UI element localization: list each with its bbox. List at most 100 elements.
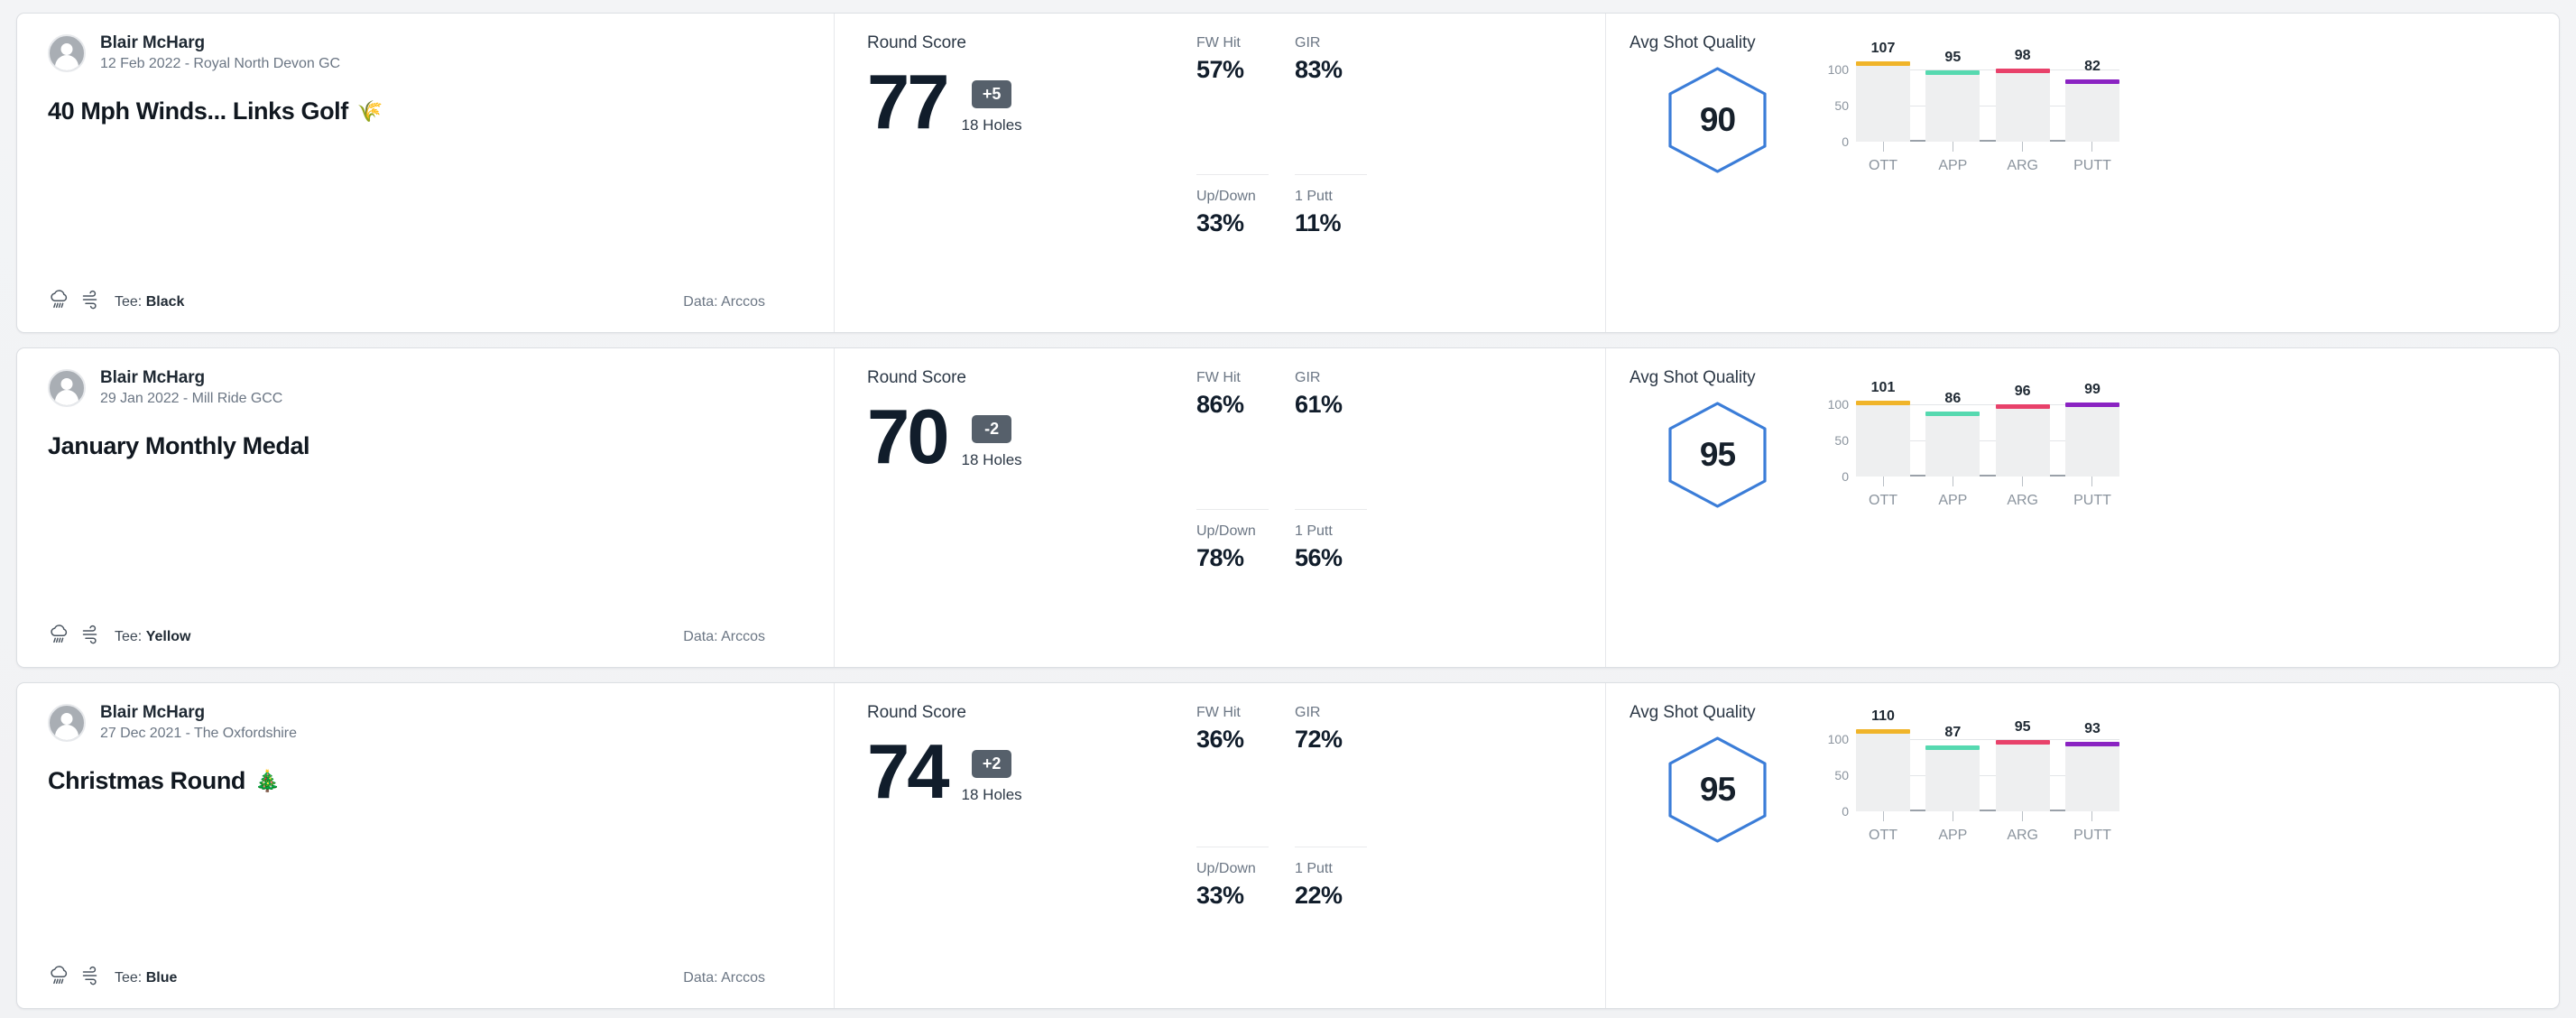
chart-x-tick-mark — [2022, 477, 2024, 486]
round-title-emoji: 🎄 — [254, 769, 281, 792]
shot-quality-value: 95 — [1699, 771, 1736, 808]
avatar — [48, 368, 86, 407]
round-info-section: Blair McHarg 12 Feb 2022 - Royal North De… — [17, 14, 834, 332]
round-score-value: 74 — [867, 729, 950, 815]
avatar-head-icon — [60, 377, 73, 390]
chart-y-tick: 0 — [1842, 134, 1849, 149]
shot-quality-body: 90 0 50 100 107 95 98 82 OTT APP ARG PUTT — [1630, 41, 2523, 180]
chart-x-label-putt: PUTT — [2073, 493, 2111, 508]
score-block: Round Score 74 +2 18 Holes — [867, 703, 1196, 992]
round-card[interactable]: Blair McHarg 12 Feb 2022 - Royal North De… — [16, 13, 2560, 333]
stat-fw-hit: FW Hit 57% — [1196, 35, 1269, 175]
avg-shot-quality-label: Avg Shot Quality — [1630, 33, 1756, 52]
round-title: January Monthly Medal — [48, 432, 803, 460]
shot-quality-hexagon: 95 — [1666, 401, 1769, 509]
chart-y-axis: 0 50 100 — [1822, 728, 1849, 819]
stat-gir-label: GIR — [1295, 35, 1321, 51]
stat-gir: GIR 83% — [1295, 35, 1367, 175]
round-card[interactable]: Blair McHarg 27 Dec 2021 - The Oxfordshir… — [16, 682, 2560, 1009]
shot-quality-section: Avg Shot Quality 95 0 50 100 110 87 95 93 OTT APP A… — [1605, 683, 2559, 1008]
round-title: 40 Mph Winds... Links Golf 🌾 — [48, 97, 803, 125]
chart-bars: 107 95 98 82 — [1856, 41, 2119, 142]
chart-x-label-arg: ARG — [2007, 828, 2038, 843]
round-title-emoji: 🌾 — [356, 99, 383, 123]
round-score-value: 77 — [867, 60, 950, 145]
tee-label: Tee: Yellow — [115, 629, 190, 645]
chart-bar-app: 87 — [1925, 725, 1980, 811]
score-block: Round Score 77 +5 18 Holes — [867, 33, 1196, 316]
chart-bar-track — [1925, 73, 1980, 142]
chart-bar-value: 101 — [1870, 380, 1896, 396]
shot-quality-body: 95 0 50 100 110 87 95 93 OTT APP ARG PUTT — [1630, 708, 2523, 850]
player-identity: Blair McHarg 29 Jan 2022 - Mill Ride GCC — [48, 368, 803, 407]
chart-bar-arg: 98 — [1995, 48, 2050, 142]
chart-plot-area: 101 86 96 99 — [1856, 380, 2119, 477]
shot-quality-value: 95 — [1699, 436, 1736, 473]
chart-bar-cap — [1995, 404, 2050, 410]
chart-bar-value: 95 — [1944, 50, 1962, 65]
player-name: Blair McHarg — [100, 33, 206, 52]
rain-cloud-icon — [48, 288, 71, 316]
round-score-label: Round Score — [867, 703, 966, 722]
chart-bar-value: 99 — [2084, 381, 2101, 397]
chart-plot-area: 107 95 98 82 — [1856, 41, 2119, 142]
stat-up-down: Up/Down 78% — [1196, 510, 1269, 652]
chart-x-ticks — [1856, 142, 2119, 154]
chart-x-tick — [2065, 477, 2119, 489]
chart-x-tick — [1996, 142, 2050, 154]
chart-y-tick: 0 — [1842, 469, 1849, 484]
stat-up-down-value: 78% — [1196, 543, 1244, 571]
stat-fw-hit-value: 86% — [1196, 391, 1244, 418]
stat-fw-hit: FW Hit 36% — [1196, 705, 1269, 847]
stat-fw-hit-value: 36% — [1196, 726, 1244, 753]
weather-icons — [48, 288, 104, 316]
tee-value: Blue — [145, 969, 178, 986]
stat-gir: GIR 72% — [1295, 705, 1367, 847]
avatar-head-icon — [60, 712, 73, 725]
chart-bar-track — [1995, 70, 2050, 142]
stat-up-down: Up/Down 33% — [1196, 847, 1269, 992]
chart-y-tick: 100 — [1827, 62, 1849, 77]
round-title-text: Christmas Round — [48, 767, 246, 794]
to-par-badge: +5 — [972, 80, 1012, 108]
stat-gir-value: 83% — [1295, 56, 1343, 83]
shot-quality-section: Avg Shot Quality 90 0 50 100 107 95 98 82 OTT APP A… — [1605, 14, 2559, 332]
round-card[interactable]: Blair McHarg 29 Jan 2022 - Mill Ride GCC J… — [16, 347, 2560, 668]
stat-grid: FW Hit 86% GIR 61% Up/Down 78% 1 Putt 56% — [1196, 370, 1367, 651]
tee-prefix: Tee: — [115, 628, 146, 644]
chart-x-label-ott: OTT — [1869, 828, 1897, 843]
chart-y-tick: 100 — [1827, 397, 1849, 412]
chart-bar-track — [1925, 414, 1980, 477]
shot-quality-body: 95 0 50 100 101 86 96 99 OTT APP ARG PUTT — [1630, 380, 2523, 515]
score-row: 77 +5 18 Holes — [867, 60, 1196, 145]
chart-y-tick: 100 — [1827, 732, 1849, 746]
tee-value: Yellow — [145, 628, 191, 644]
score-row: 70 -2 18 Holes — [867, 394, 1196, 480]
chart-x-ticks — [1856, 811, 2119, 824]
round-list: Blair McHarg 12 Feb 2022 - Royal North De… — [0, 0, 2576, 1018]
to-par-badge: +2 — [972, 750, 1012, 778]
chart-x-tick-mark — [2022, 142, 2024, 152]
chart-x-tick — [1925, 142, 1980, 154]
stat-fw-hit-label: FW Hit — [1196, 705, 1241, 720]
identity-text: Blair McHarg 12 Feb 2022 - Royal North De… — [100, 33, 340, 72]
wind-icon — [80, 964, 104, 992]
avatar — [48, 703, 86, 742]
chart-x-tick-mark — [1882, 477, 1884, 486]
data-source: Data: Arccos — [683, 293, 765, 310]
stat-one-putt-label: 1 Putt — [1295, 188, 1333, 204]
round-score-value: 70 — [867, 394, 950, 480]
chart-bar-track — [1925, 748, 1980, 811]
chart-bar-value: 107 — [1870, 41, 1896, 57]
chart-bar-cap — [1925, 412, 1980, 417]
chart-bar-putt: 93 — [2064, 721, 2119, 811]
chart-x-label-ott: OTT — [1869, 158, 1897, 173]
round-title: Christmas Round 🎄 — [48, 767, 803, 795]
score-block: Round Score 70 -2 18 Holes — [867, 368, 1196, 651]
card-footer: Tee: Black Data: Arccos — [48, 288, 803, 316]
chart-bar-value: 95 — [2014, 719, 2031, 735]
round-score-section: Round Score 70 -2 18 Holes FW Hit 86% GIR 61% Up… — [834, 348, 1605, 667]
player-name: Blair McHarg — [100, 703, 206, 722]
round-title-text: 40 Mph Winds... Links Golf — [48, 97, 348, 125]
chart-x-label-arg: ARG — [2007, 493, 2038, 508]
